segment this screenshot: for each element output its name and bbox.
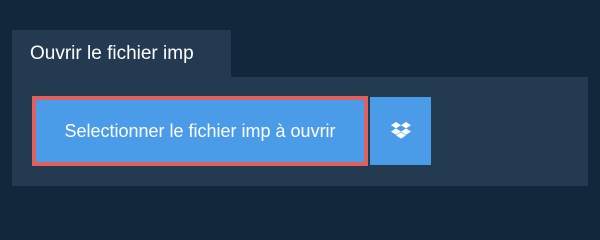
tab-label: Ouvrir le fichier imp (30, 43, 194, 64)
dropbox-button[interactable] (370, 97, 431, 165)
select-file-button-label: Selectionner le fichier imp à ouvrir (64, 120, 336, 141)
tab-open-file[interactable]: Ouvrir le fichier imp (12, 30, 231, 77)
select-file-button[interactable]: Selectionner le fichier imp à ouvrir (32, 96, 368, 166)
dropbox-icon (390, 121, 411, 141)
